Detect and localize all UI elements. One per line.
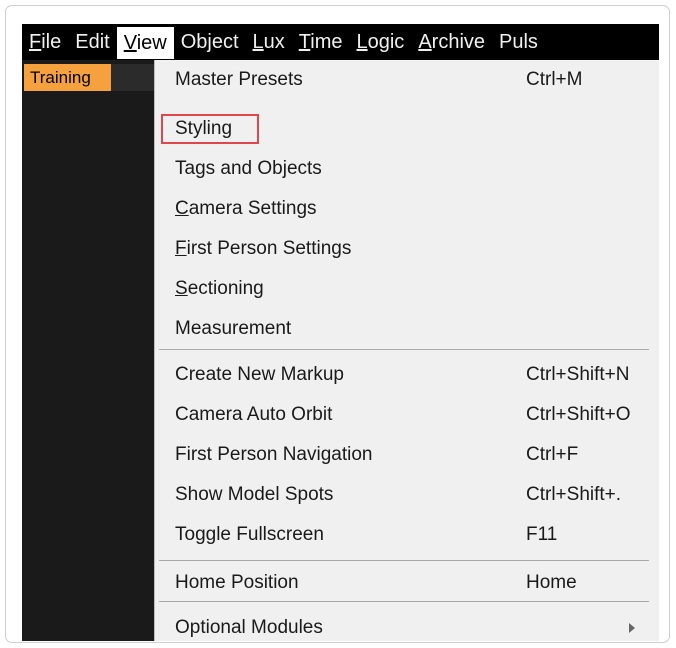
menu-archive-label: rchive: [431, 31, 486, 53]
menu-item-tags-and-objects[interactable]: Tags and Objects: [155, 149, 659, 189]
menu-item-text: Create New Markup: [175, 364, 344, 385]
screenshot-frame: File Edit View Object Lux Time Logic Arc…: [5, 5, 670, 643]
menu-item-home-position[interactable]: Home Position Home: [155, 563, 659, 603]
menu-item-shortcut: Ctrl+F: [526, 444, 579, 465]
menu-item-shortcut: Ctrl+Shift+N: [526, 364, 630, 385]
menu-pulse[interactable]: Puls: [492, 25, 545, 59]
menu-item-label: Home Position: [175, 572, 299, 594]
menu-item-mnemonic: F: [175, 238, 187, 259]
menu-item-mnemonic: S: [175, 278, 188, 299]
left-panel: Training: [22, 60, 154, 641]
menu-item-shortcut: Ctrl+Shift+O: [526, 404, 631, 425]
menu-view-label: iew: [136, 32, 167, 54]
menu-item-shortcut: Ctrl+M: [526, 69, 583, 90]
menu-item-text: Optional Modules: [175, 617, 323, 638]
menu-item-label: First Person Navigation: [175, 444, 372, 466]
view-menu-dropdown: Master Presets Ctrl+M Styling Tags and O…: [154, 60, 659, 641]
menu-object-label: Object: [180, 31, 239, 53]
menu-item-measurement[interactable]: Measurement: [155, 309, 659, 349]
menu-item-mnemonic: C: [175, 198, 189, 219]
menu-pulse-label: Puls: [499, 31, 538, 53]
menu-item-master-presets[interactable]: Master Presets Ctrl+M: [155, 60, 659, 100]
menu-item-text: irst Person Settings: [186, 238, 352, 259]
menu-item-sectioning[interactable]: Sectioning: [155, 269, 659, 309]
menu-edit-label: Edit: [75, 31, 110, 53]
menu-lux-label: ux: [263, 31, 285, 53]
menu-item-show-model-spots[interactable]: Show Model Spots Ctrl+Shift+.: [155, 475, 659, 515]
menu-item-text: Toggle Fullscreen: [175, 524, 324, 545]
menu-item-label: Toggle Fullscreen: [175, 524, 324, 546]
menu-view[interactable]: View: [116, 27, 174, 59]
menu-logic[interactable]: Logic: [349, 25, 411, 59]
menu-item-label: Tags and Objects: [175, 158, 322, 180]
menu-item-label: Measurement: [175, 318, 291, 340]
menu-item-camera-settings[interactable]: Camera Settings: [155, 189, 659, 229]
menu-logic-mnemonic: L: [356, 31, 368, 53]
menu-bar: File Edit View Object Lux Time Logic Arc…: [22, 24, 659, 60]
highlight-box: [161, 114, 259, 144]
menu-file[interactable]: File: [22, 25, 68, 59]
menu-item-label: Camera Settings: [175, 198, 317, 220]
menu-item-shortcut: Ctrl+Shift+.: [526, 484, 622, 505]
menu-item-label: Sectioning: [175, 278, 264, 300]
menu-file-label: ile: [41, 31, 62, 53]
menu-time-mnemonic: T: [298, 31, 311, 53]
menu-item-shortcut: F11: [526, 524, 558, 545]
menu-item-text: Home Position: [175, 572, 299, 593]
menu-item-label: Optional Modules: [175, 617, 323, 639]
menu-time[interactable]: Time: [292, 25, 350, 59]
menu-item-label: Master Presets: [175, 69, 303, 91]
menu-item-toggle-fullscreen[interactable]: Toggle Fullscreen F11: [155, 515, 659, 555]
menu-item-first-person-settings[interactable]: First Person Settings: [155, 229, 659, 269]
menu-separator: [159, 349, 649, 350]
menu-view-mnemonic: V: [123, 32, 137, 54]
menu-archive[interactable]: Archive: [411, 25, 492, 59]
menu-archive-mnemonic: A: [418, 31, 432, 53]
menu-item-text: Camera Auto Orbit: [175, 404, 333, 425]
training-tab[interactable]: Training: [24, 64, 111, 91]
chevron-right-icon: [629, 623, 635, 633]
menu-object[interactable]: Object: [174, 25, 246, 59]
menu-lux[interactable]: Lux: [246, 25, 292, 59]
menu-logic-label: ogic: [367, 31, 405, 53]
menu-item-camera-auto-orbit[interactable]: Camera Auto Orbit Ctrl+Shift+O: [155, 395, 659, 435]
menu-item-label: Show Model Spots: [175, 484, 333, 506]
menu-item-text: Measurement: [175, 318, 292, 339]
menu-item-text: First Person Navigation: [175, 444, 373, 465]
menu-item-text: Show Model Spots: [175, 484, 334, 505]
menu-item-text: Master Presets: [175, 69, 303, 90]
menu-time-label: ime: [310, 31, 343, 53]
menu-item-label: Camera Auto Orbit: [175, 404, 332, 426]
menu-item-label: First Person Settings: [175, 238, 351, 260]
menu-item-text: ectioning: [187, 278, 264, 299]
menu-item-create-new-markup[interactable]: Create New Markup Ctrl+Shift+N: [155, 355, 659, 395]
menu-item-first-person-navigation[interactable]: First Person Navigation Ctrl+F: [155, 435, 659, 475]
menu-item-optional-modules[interactable]: Optional Modules: [155, 608, 659, 641]
menu-file-mnemonic: F: [29, 31, 42, 53]
application-window: File Edit View Object Lux Time Logic Arc…: [22, 24, 659, 641]
menu-item-label: Create New Markup: [175, 364, 344, 386]
menu-item-text: amera Settings: [188, 198, 317, 219]
menu-lux-mnemonic: L: [252, 31, 264, 53]
menu-item-shortcut: Home: [526, 572, 577, 593]
menu-separator: [159, 601, 649, 602]
tab-strip-fill: [111, 64, 154, 91]
menu-item-text: Tags and Objects: [175, 158, 322, 179]
menu-edit[interactable]: Edit: [68, 25, 116, 59]
menu-separator: [159, 560, 649, 561]
